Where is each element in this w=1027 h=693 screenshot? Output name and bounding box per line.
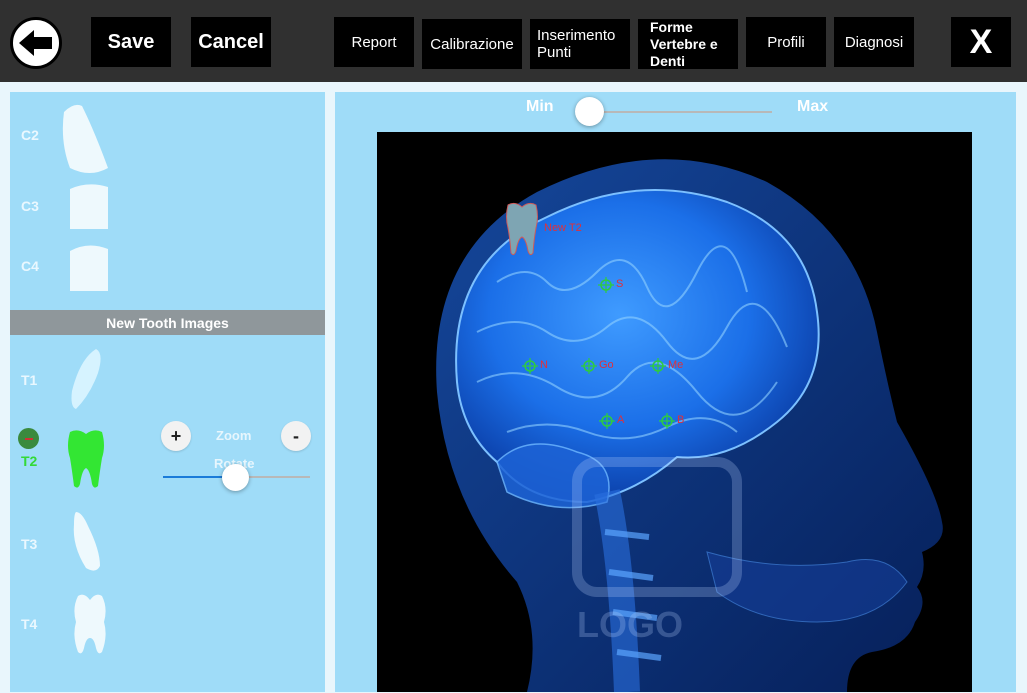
tooth-label-t3: T3 [21,536,38,552]
diagnosis-label: Diagnosi [844,33,904,51]
landmark-me-label: Me [668,359,684,371]
save-label: Save [107,30,155,53]
toolbar: Save Cancel Report Calibrazione Inserime… [0,0,1027,82]
cancel-label: Cancel [198,30,264,53]
overlay-tooth-t2[interactable] [505,201,539,257]
rotate-slider-thumb[interactable] [222,464,249,491]
min-label: Min [526,98,554,115]
close-button[interactable]: X [951,17,1011,67]
xray-image[interactable]: LOGO New T2 S N Go Me A B [377,132,972,692]
calibration-button[interactable]: Calibrazione [422,19,522,69]
watermark-text: LOGO [577,604,683,645]
overlay-label: New T2 [544,222,582,234]
landmark-b-icon[interactable] [659,413,675,429]
head-xray-illustration: LOGO [436,159,943,692]
arrow-left-icon [19,30,52,56]
vertebra-label-c3: C3 [21,198,39,214]
new-tooth-images-header: New Tooth Images [10,310,325,335]
app-window: Save Cancel Report Calibrazione Inserime… [0,0,1027,693]
tooth-t4-icon[interactable] [70,592,110,656]
vertebra-label-c4: C4 [21,258,39,274]
report-button[interactable]: Report [334,17,414,67]
diagnosis-button[interactable]: Diagnosi [834,17,914,67]
left-panel: C2 C3 C4 New Tooth Images T1 T2 T3 T4 + … [10,92,325,692]
vertebra-c2-icon[interactable] [60,102,110,174]
save-button[interactable]: Save [91,17,171,67]
tooth-label-t2: T2 [21,453,38,469]
landmark-n-icon[interactable] [522,358,538,374]
landmark-s-icon[interactable] [598,277,614,293]
landmark-a-icon[interactable] [599,413,615,429]
tooth-label-t4: T4 [21,616,38,632]
landmark-s-label: S [616,278,624,290]
viewer-panel: Min Max LOGO New T2 S N Go Me A B [335,92,1016,692]
vertebra-c3-icon[interactable] [68,183,110,231]
tooth-t1-icon[interactable] [70,347,104,411]
calibration-label: Calibrazione [430,35,514,53]
landmark-me-icon[interactable] [650,358,666,374]
shapes-button[interactable]: Forme Vertebre e Denti [638,19,738,69]
cancel-button[interactable]: Cancel [191,17,271,67]
landmark-go-icon[interactable] [581,358,597,374]
landmark-go-label: Go [599,359,614,371]
vertebra-c4-icon[interactable] [68,243,110,293]
brightness-slider-track[interactable] [580,111,772,113]
back-button[interactable] [10,17,62,69]
tooth-label-t1: T1 [21,372,38,388]
brightness-slider-thumb[interactable] [575,97,604,126]
tooth-t2-icon[interactable] [66,428,106,490]
profiles-label: Profili [767,33,805,51]
zoom-out-button[interactable]: - [281,421,311,451]
tooth-t3-icon[interactable] [70,510,104,574]
profiles-button[interactable]: Profili [746,17,826,67]
zoom-label: Zoom [216,428,252,443]
report-label: Report [351,33,397,51]
zoom-in-button[interactable]: + [161,421,191,451]
minus-icon [24,437,33,440]
remove-tooth-badge[interactable] [18,428,39,449]
max-label: Max [797,98,829,115]
landmark-a-label: A [617,414,625,426]
close-label: X [969,22,993,61]
points-button[interactable]: Inserimento Punti [530,19,630,69]
shapes-label: Forme Vertebre e Denti [650,18,718,69]
landmark-n-label: N [540,359,548,371]
vertebra-label-c2: C2 [21,127,39,143]
landmark-b-label: B [677,414,685,426]
points-label: Inserimento Punti [537,27,616,61]
